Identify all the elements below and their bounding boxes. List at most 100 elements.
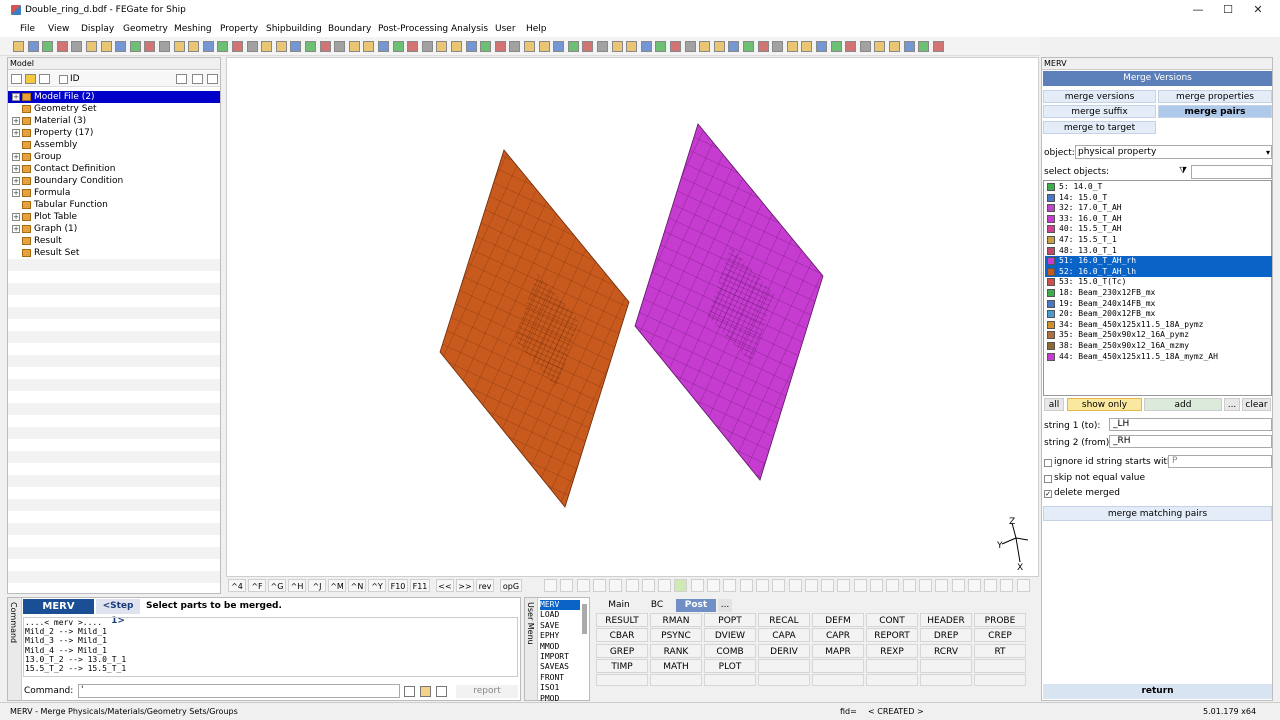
post-button-rt[interactable]: RT: [974, 643, 1026, 658]
view-tool-icon[interactable]: [674, 579, 688, 592]
view-shortcut-button[interactable]: <<: [436, 579, 454, 592]
view-shortcut-button[interactable]: ^N: [348, 579, 366, 592]
toolbar-tool-icon[interactable]: [538, 41, 550, 52]
view-tool-icon[interactable]: [1000, 579, 1014, 592]
list-icon[interactable]: [11, 74, 22, 84]
user-menu-item[interactable]: EPHY: [540, 631, 580, 641]
id-checkbox[interactable]: [59, 75, 68, 84]
toolbar-tool-icon[interactable]: [421, 41, 433, 52]
post-button-capr[interactable]: CAPR: [812, 628, 864, 643]
return-button[interactable]: return: [1043, 684, 1272, 699]
view-shortcut-button[interactable]: ^G: [268, 579, 286, 592]
menu-shipbuilding[interactable]: Shipbuilding: [266, 24, 322, 34]
toolbar-tool-icon[interactable]: [42, 41, 54, 52]
toolbar-tool-icon[interactable]: [392, 41, 404, 52]
post-button-popt[interactable]: POPT: [704, 613, 756, 627]
tree-item[interactable]: + Group: [8, 151, 220, 163]
view-tool-icon[interactable]: [658, 579, 672, 592]
view-tool-icon[interactable]: [609, 579, 623, 592]
view-tool-icon[interactable]: [902, 579, 916, 592]
graphics-viewport[interactable]: Z Y X: [226, 57, 1039, 577]
view-shortcut-button[interactable]: >>: [456, 579, 474, 592]
toolbar-tool-icon[interactable]: [129, 41, 141, 52]
toolbar-tool-icon[interactable]: [56, 41, 68, 52]
toolbar-tool-icon[interactable]: [378, 41, 389, 52]
view-shortcut-button[interactable]: rev: [476, 579, 494, 592]
merge-matching-pairs-button[interactable]: merge matching pairs: [1043, 506, 1272, 521]
expand-icon[interactable]: +: [12, 117, 20, 125]
post-button-dview[interactable]: DVIEW: [704, 628, 756, 643]
post-button-rank[interactable]: RANK: [650, 643, 702, 658]
toolbar-tool-icon[interactable]: [290, 41, 302, 52]
expand-icon[interactable]: +: [12, 177, 20, 185]
expand-icon[interactable]: +: [12, 153, 20, 161]
view-shortcut-button[interactable]: ^F: [248, 579, 266, 592]
toolbar-tool-icon[interactable]: [159, 41, 170, 52]
toolbar-tool-icon[interactable]: [801, 41, 813, 52]
filter-icon[interactable]: ⧩: [1179, 166, 1187, 176]
filter-icon[interactable]: [192, 74, 203, 84]
object-list-item[interactable]: 32: 17.0_T_AH: [1045, 203, 1272, 214]
toolbar-tool-icon[interactable]: [830, 41, 842, 52]
post-button-report[interactable]: REPORT: [866, 628, 918, 643]
toolbar-tool-icon[interactable]: [655, 41, 667, 52]
view-tool-icon[interactable]: [837, 579, 851, 592]
toolbar-tool-icon[interactable]: [699, 41, 711, 52]
copy-icon[interactable]: [420, 686, 431, 697]
view-shortcut-button[interactable]: opG: [500, 579, 522, 592]
object-filter-input[interactable]: [1191, 165, 1272, 179]
tree-item[interactable]: Result Set: [8, 247, 220, 259]
object-list-item[interactable]: 14: 15.0_T: [1045, 193, 1272, 204]
toolbar-tool-icon[interactable]: [261, 41, 273, 52]
toolbar-tool-icon[interactable]: [918, 41, 930, 52]
view-tool-icon[interactable]: [544, 579, 557, 592]
toolbar-tool-icon[interactable]: [684, 41, 696, 52]
minimize-button[interactable]: —: [1190, 3, 1206, 17]
tree-item[interactable]: + Formula: [8, 187, 220, 199]
string1-input[interactable]: _LH: [1109, 418, 1272, 431]
tree-item[interactable]: Result: [8, 235, 220, 247]
view-tool-icon[interactable]: [641, 579, 655, 592]
toolbar-tool-icon[interactable]: [494, 41, 506, 52]
tree-item[interactable]: Geometry Set: [8, 103, 220, 115]
tab-more[interactable]: ...: [718, 599, 732, 612]
ignore-id-input[interactable]: P: [1168, 455, 1272, 468]
view-shortcut-button[interactable]: ^4: [228, 579, 246, 592]
view-tool-icon[interactable]: [560, 579, 574, 592]
tab-main[interactable]: Main: [602, 599, 636, 612]
view-tool-icon[interactable]: [821, 579, 835, 592]
toolbar-tool-icon[interactable]: [743, 41, 754, 52]
close-button[interactable]: ✕: [1250, 3, 1266, 17]
view-tool-icon[interactable]: [918, 579, 932, 592]
toolbar-tool-icon[interactable]: [305, 41, 316, 52]
menu-analysis[interactable]: Analysis: [451, 24, 488, 34]
expand-icon[interactable]: +: [12, 189, 20, 197]
expand-icon[interactable]: +: [12, 225, 20, 233]
toolbar-tool-icon[interactable]: [816, 41, 827, 52]
sort-icon[interactable]: [25, 74, 36, 84]
toolbar-tool-icon[interactable]: [436, 41, 448, 52]
view-shortcut-button[interactable]: ^M: [328, 579, 346, 592]
command-side-tab[interactable]: Command: [8, 598, 22, 700]
object-list-item[interactable]: 52: 16.0_T_AH_lh: [1045, 266, 1272, 278]
all-button[interactable]: all: [1044, 398, 1064, 411]
toolbar-tool-icon[interactable]: [407, 41, 419, 52]
object-list-item[interactable]: 34: Beam_450x125x11.5_18A_pymz: [1045, 320, 1272, 331]
object-list-item[interactable]: 19: Beam_240x14FB_mx: [1045, 299, 1272, 310]
object-list-item[interactable]: 38: Beam_250x90x12_16A_mzmy: [1045, 341, 1272, 352]
user-menu-item[interactable]: ISO1: [540, 683, 580, 693]
menu-user[interactable]: User: [495, 24, 516, 34]
object-list-item[interactable]: 48: 13.0_T_1: [1045, 246, 1272, 257]
object-select[interactable]: physical property ▾: [1075, 145, 1272, 159]
post-button-drep[interactable]: DREP: [920, 628, 972, 643]
toolbar-tool-icon[interactable]: [71, 41, 83, 52]
user-menu-item[interactable]: FRONT: [540, 673, 580, 683]
user-menu-item[interactable]: MMOD: [540, 642, 580, 652]
merge-to-target-button[interactable]: merge to target: [1043, 121, 1156, 134]
skip-not-equal-checkbox[interactable]: [1044, 475, 1052, 483]
toolbar-tool-icon[interactable]: [757, 41, 769, 52]
toolbar-tool-icon[interactable]: [13, 41, 24, 52]
object-list-item[interactable]: 33: 16.0_T_AH: [1045, 214, 1272, 225]
merge-pairs-button[interactable]: merge pairs: [1158, 105, 1272, 118]
tree-item[interactable]: + Material (3): [8, 115, 220, 127]
